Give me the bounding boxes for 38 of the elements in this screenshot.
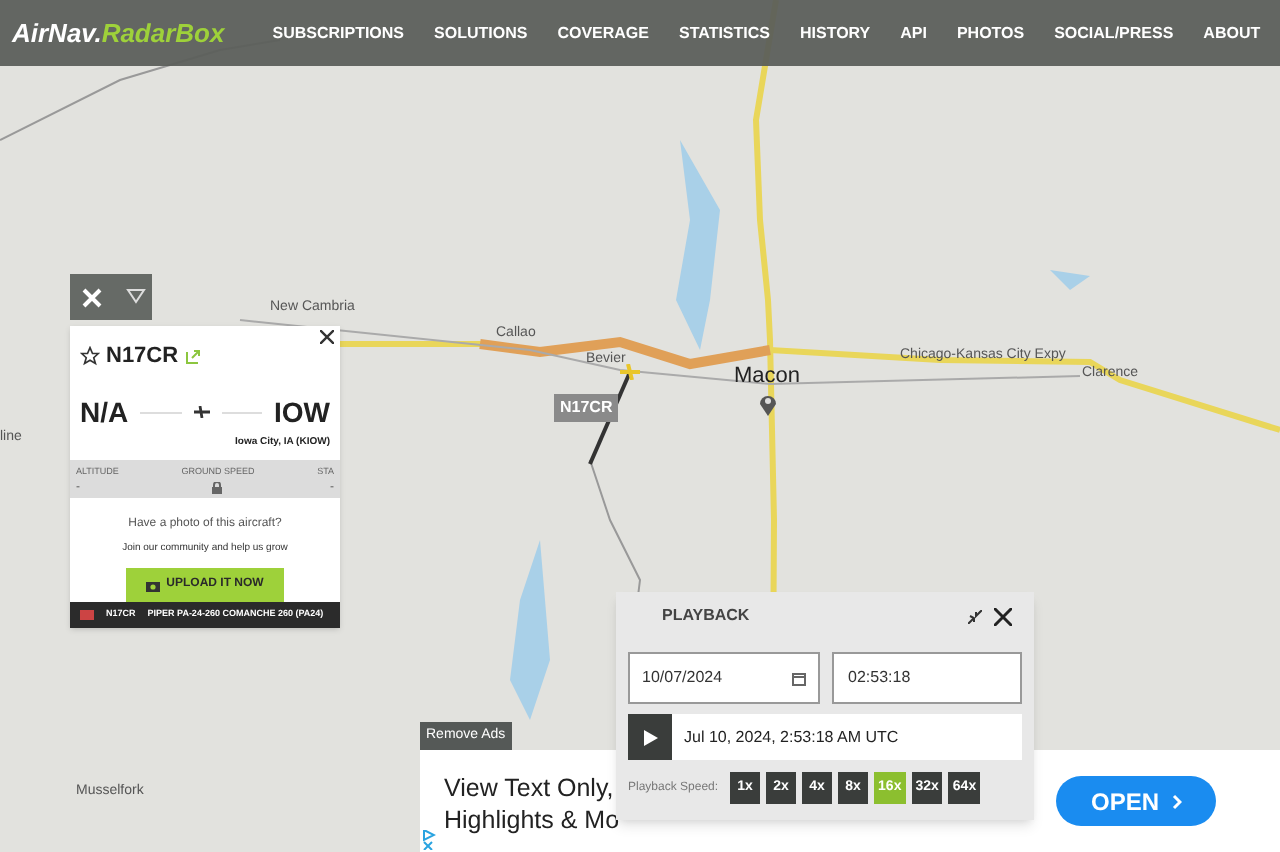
- close-icon[interactable]: [320, 330, 334, 344]
- nav-link[interactable]: API: [900, 21, 927, 45]
- destination-code: IOW: [274, 393, 330, 431]
- nav-link[interactable]: HISTORY: [799, 21, 871, 45]
- play-icon: [643, 729, 657, 745]
- calendar-icon[interactable]: [792, 671, 806, 685]
- nav-link[interactable]: ABOUT: [1203, 21, 1261, 45]
- nav-link[interactable]: PHOTOS: [956, 21, 1025, 45]
- current-timestamp: Jul 10, 2024, 2:53:18 AM UTC: [684, 725, 899, 749]
- map-pin-icon[interactable]: [758, 392, 778, 416]
- time-field[interactable]: 02:53:18: [832, 652, 1022, 704]
- star-icon[interactable]: [80, 346, 100, 367]
- nav-link[interactable]: SOCIAL/PRESS: [1054, 21, 1174, 45]
- nav-link[interactable]: STATISTICS: [679, 21, 770, 45]
- logo-text[interactable]: AirNav.: [12, 13, 102, 53]
- nav-link[interactable]: COVERAGE: [557, 21, 649, 45]
- collapse-icon[interactable]: [968, 609, 982, 623]
- nav-link[interactable]: SOLUTIONS: [434, 21, 528, 45]
- logo-text[interactable]: RadarBox: [101, 13, 225, 53]
- date-field[interactable]: 10/07/2024: [628, 652, 820, 704]
- callsign: N17CR: [106, 342, 179, 372]
- ad-text: View Text Only,: [444, 772, 614, 806]
- airplane-icon: [193, 406, 210, 418]
- lock-icon: [212, 481, 223, 494]
- close-icon[interactable]: [994, 607, 1012, 625]
- panel-title: PLAYBACK: [662, 604, 750, 628]
- chevron-right-icon: [1171, 793, 1181, 809]
- nav-link[interactable]: SUBSCRIPTIONS: [272, 21, 405, 45]
- origin-code: N/A: [80, 393, 129, 431]
- flag-icon: [80, 610, 94, 620]
- camera-icon: [146, 579, 161, 592]
- play-button[interactable]: [628, 714, 672, 760]
- filter-icon[interactable]: [126, 287, 146, 307]
- open-button[interactable]: OPEN: [1056, 776, 1216, 826]
- airplane-icon[interactable]: [620, 364, 640, 380]
- ad-choices-icon[interactable]: [422, 830, 436, 850]
- ad-text: Highlights & Mo: [444, 804, 620, 838]
- aircraft-tag: N17CR: [554, 394, 619, 422]
